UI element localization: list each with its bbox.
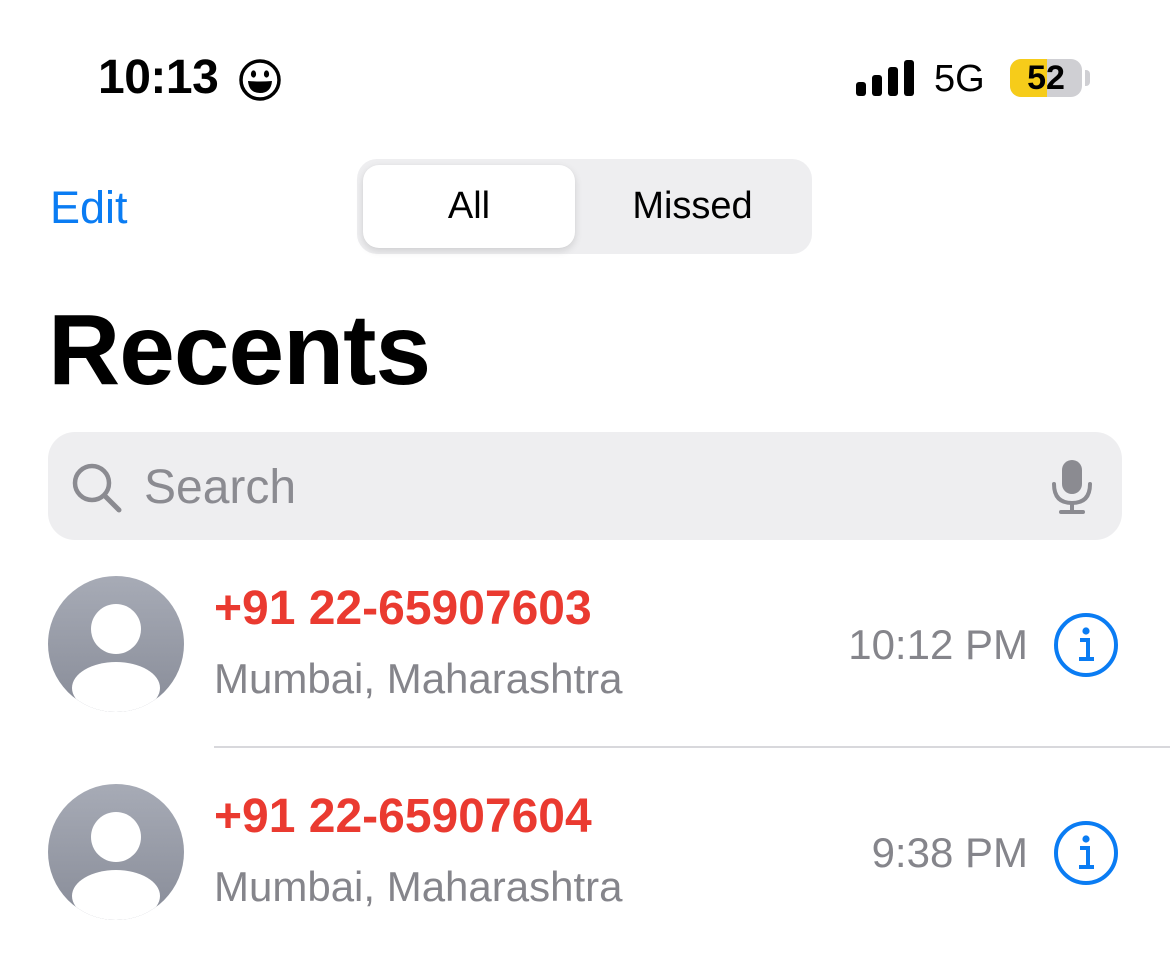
call-time: 10:12 PM — [848, 621, 1028, 668]
caller-number[interactable]: +91 22-65907604 — [214, 789, 592, 845]
status-time: 10:13 — [98, 51, 219, 104]
search-icon — [72, 463, 122, 513]
caller-location: Mumbai, Maharashtra — [214, 655, 623, 702]
edit-button[interactable]: Edit — [50, 182, 128, 234]
search-input[interactable]: Search — [144, 460, 296, 516]
filter-segmented-control: All Missed — [357, 159, 812, 254]
caller-location: Mumbai, Maharashtra — [214, 863, 623, 910]
page-title: Recents — [48, 294, 431, 406]
smiley-icon — [239, 59, 281, 101]
battery-nub — [1085, 70, 1090, 86]
info-icon[interactable] — [1052, 611, 1120, 679]
contact-avatar-icon — [48, 784, 184, 920]
info-icon[interactable] — [1052, 819, 1120, 887]
call-time: 9:38 PM — [871, 829, 1028, 876]
microphone-icon[interactable] — [1050, 458, 1094, 516]
contact-avatar-icon — [48, 576, 184, 712]
row-divider — [214, 746, 1170, 748]
network-type: 5G — [934, 58, 985, 100]
battery-icon: 52 — [1010, 59, 1082, 97]
caller-number[interactable]: +91 22-65907603 — [214, 581, 592, 637]
segment-all[interactable]: All — [363, 165, 575, 248]
segment-missed[interactable]: Missed — [579, 165, 806, 248]
battery-percent: 52 — [1027, 59, 1065, 97]
cellular-signal-icon — [856, 60, 914, 96]
